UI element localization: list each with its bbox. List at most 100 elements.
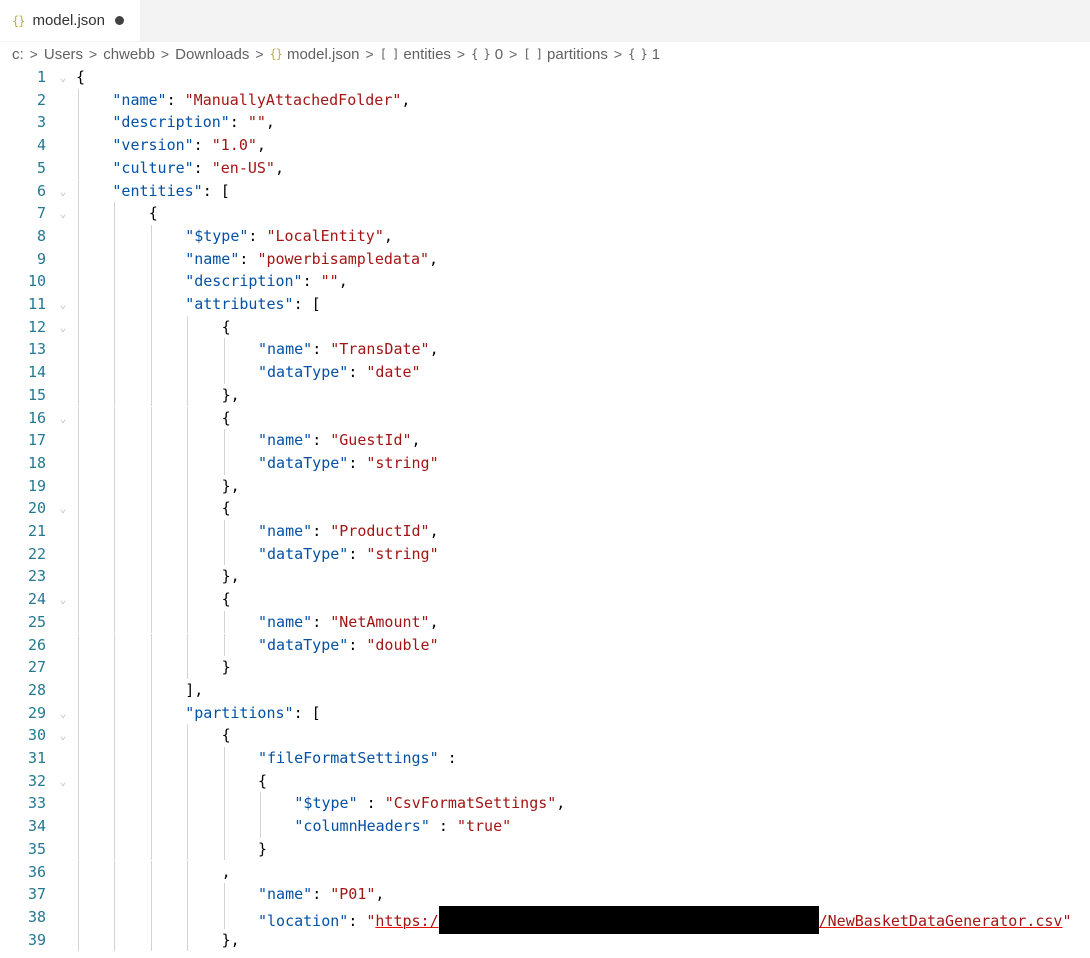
code-line[interactable]: 8 "$type": "LocalEntity", — [0, 224, 1090, 248]
breadcrumb-users[interactable]: Users — [44, 46, 83, 63]
code-line[interactable]: 20 ⌄ { — [0, 497, 1090, 520]
indent-guide — [187, 883, 189, 906]
fold-chevron-icon[interactable]: ⌄ — [56, 180, 70, 203]
indent-guide — [114, 383, 116, 407]
code-line[interactable]: 7 ⌄ { — [0, 202, 1090, 225]
code-line[interactable]: 16 ⌄ { — [0, 406, 1090, 430]
code-line[interactable]: 30 ⌄ { — [0, 724, 1090, 747]
indent-guide — [78, 179, 79, 203]
fold-chevron-icon[interactable]: ⌄ — [56, 702, 70, 725]
array-brackets-icon: [ ] — [523, 47, 543, 61]
indent-guide — [187, 837, 189, 861]
breadcrumb-index-1[interactable]: 1 — [652, 46, 660, 63]
fold-chevron-icon[interactable]: ⌄ — [56, 588, 70, 611]
code-line[interactable]: 1 ⌄ { — [0, 66, 1090, 89]
code-line[interactable]: 35} — [0, 837, 1090, 861]
indent-guide — [78, 610, 79, 634]
code-line[interactable]: 37 "name": "P01", — [0, 883, 1090, 906]
breadcrumb-drive[interactable]: c: — [12, 46, 24, 63]
code-line[interactable]: 28], — [0, 678, 1090, 702]
code-line[interactable]: 11 ⌄ "attributes": [ — [0, 293, 1090, 316]
line-number: 29 — [27, 703, 46, 722]
code-line[interactable]: 39}, — [0, 928, 1090, 952]
code-line[interactable]: 12 ⌄ { — [0, 315, 1090, 339]
code-text: { — [221, 317, 231, 336]
code-line[interactable]: 22 "dataType": "string" — [0, 542, 1090, 566]
code-text: } — [258, 839, 268, 858]
unsaved-dot-icon[interactable] — [115, 16, 124, 25]
indent-guide — [78, 724, 79, 747]
code-line[interactable]: 33 "$type" : "CsvFormatSettings", — [0, 792, 1090, 816]
fold-chevron-icon[interactable]: ⌄ — [56, 724, 70, 747]
code-line[interactable]: 6 ⌄ "entities": [ — [0, 179, 1090, 203]
code-line[interactable]: 13 "name": "TransDate", — [0, 338, 1090, 362]
indent-guide — [114, 588, 116, 611]
code-text: { — [258, 771, 268, 790]
code-line[interactable]: 3 "description": "", — [0, 111, 1090, 135]
code-line[interactable]: 21 "name": "ProductId", — [0, 520, 1090, 543]
indent-guide — [78, 883, 79, 906]
tab-model-json[interactable]: {} model.json — [0, 0, 140, 41]
indent-guide — [114, 747, 116, 770]
code-text: "dataType": "double" — [258, 635, 439, 654]
code-text: "$type" : "CsvFormatSettings", — [294, 794, 566, 813]
fold-chevron-icon[interactable]: ⌄ — [56, 316, 70, 339]
code-editor[interactable]: 1 ⌄ {2 "name": "ManuallyAttachedFolder", 3 "d… — [0, 66, 1090, 958]
indent-guide — [78, 315, 79, 339]
fold-chevron-icon[interactable]: ⌄ — [56, 497, 70, 520]
indent-guide — [223, 429, 225, 452]
breadcrumb-file[interactable]: model.json — [287, 46, 360, 63]
indent-guide — [78, 429, 79, 452]
indent-guide — [114, 497, 116, 520]
line-number: 4 — [36, 136, 46, 155]
indent-guide — [150, 406, 152, 430]
indent-guide — [150, 792, 152, 816]
line-number: 1 — [36, 68, 46, 86]
code-line[interactable]: 29 ⌄ "partitions": [ — [0, 701, 1090, 725]
code-line[interactable]: 36, — [0, 860, 1090, 884]
code-line[interactable]: 17 "name": "GuestId", — [0, 429, 1090, 452]
code-line[interactable]: 23}, — [0, 565, 1090, 589]
indent-guide — [187, 905, 189, 929]
code-line[interactable]: 9 "name": "powerbisampledata", — [0, 247, 1090, 271]
code-line[interactable]: 31 "fileFormatSettings" : — [0, 747, 1090, 770]
code-line[interactable]: 14 "dataType": "date" — [0, 361, 1090, 384]
code-line[interactable]: 2 "name": "ManuallyAttachedFolder", — [0, 88, 1090, 112]
code-text: "name": "powerbisampledata", — [185, 249, 439, 268]
code-line[interactable]: 15}, — [0, 383, 1090, 407]
code-line[interactable]: 34 "columnHeaders" : "true" — [0, 815, 1090, 838]
code-line[interactable]: 19}, — [0, 474, 1090, 498]
code-line[interactable]: 25 "name": "NetAmount", — [0, 610, 1090, 634]
code-line[interactable]: 5 "culture": "en-US", — [0, 156, 1090, 180]
fold-chevron-icon[interactable]: ⌄ — [56, 293, 70, 316]
fold-chevron-icon[interactable]: ⌄ — [56, 66, 70, 89]
indent-guide — [114, 338, 116, 362]
indent-guide — [114, 270, 116, 293]
indent-guide — [78, 338, 79, 362]
code-line[interactable]: 18 "dataType": "string" — [0, 451, 1090, 475]
indent-guide — [78, 928, 79, 952]
code-line[interactable]: 24 ⌄ { — [0, 588, 1090, 611]
breadcrumb-downloads[interactable]: Downloads — [175, 46, 249, 63]
indent-guide — [114, 224, 116, 248]
line-number: 15 — [27, 385, 46, 404]
breadcrumb-partitions[interactable]: partitions — [547, 46, 608, 63]
code-line[interactable]: 26 "dataType": "double" — [0, 633, 1090, 657]
indent-guide — [223, 542, 225, 566]
fold-chevron-icon[interactable]: ⌄ — [56, 770, 70, 793]
code-line[interactable]: 10 "description": "", — [0, 270, 1090, 293]
breadcrumb-chwebb[interactable]: chwebb — [103, 46, 155, 63]
code-line[interactable]: 32 ⌄ { — [0, 769, 1090, 793]
indent-guide — [150, 769, 152, 793]
chevron-right-icon: > — [89, 46, 98, 62]
line-number: 35 — [27, 839, 46, 858]
code-line[interactable]: 27} — [0, 656, 1090, 679]
line-number: 34 — [27, 817, 46, 836]
breadcrumb-index-0[interactable]: 0 — [495, 46, 503, 63]
code-line[interactable]: 4 "version": "1.0", — [0, 134, 1090, 157]
breadcrumb-entities[interactable]: entities — [403, 46, 451, 63]
fold-chevron-icon[interactable]: ⌄ — [56, 202, 70, 225]
code-line[interactable]: 38 "location": "https://NewBasketDataGene… — [0, 905, 1090, 934]
indent-guide — [114, 883, 116, 906]
fold-chevron-icon[interactable]: ⌄ — [56, 407, 70, 430]
